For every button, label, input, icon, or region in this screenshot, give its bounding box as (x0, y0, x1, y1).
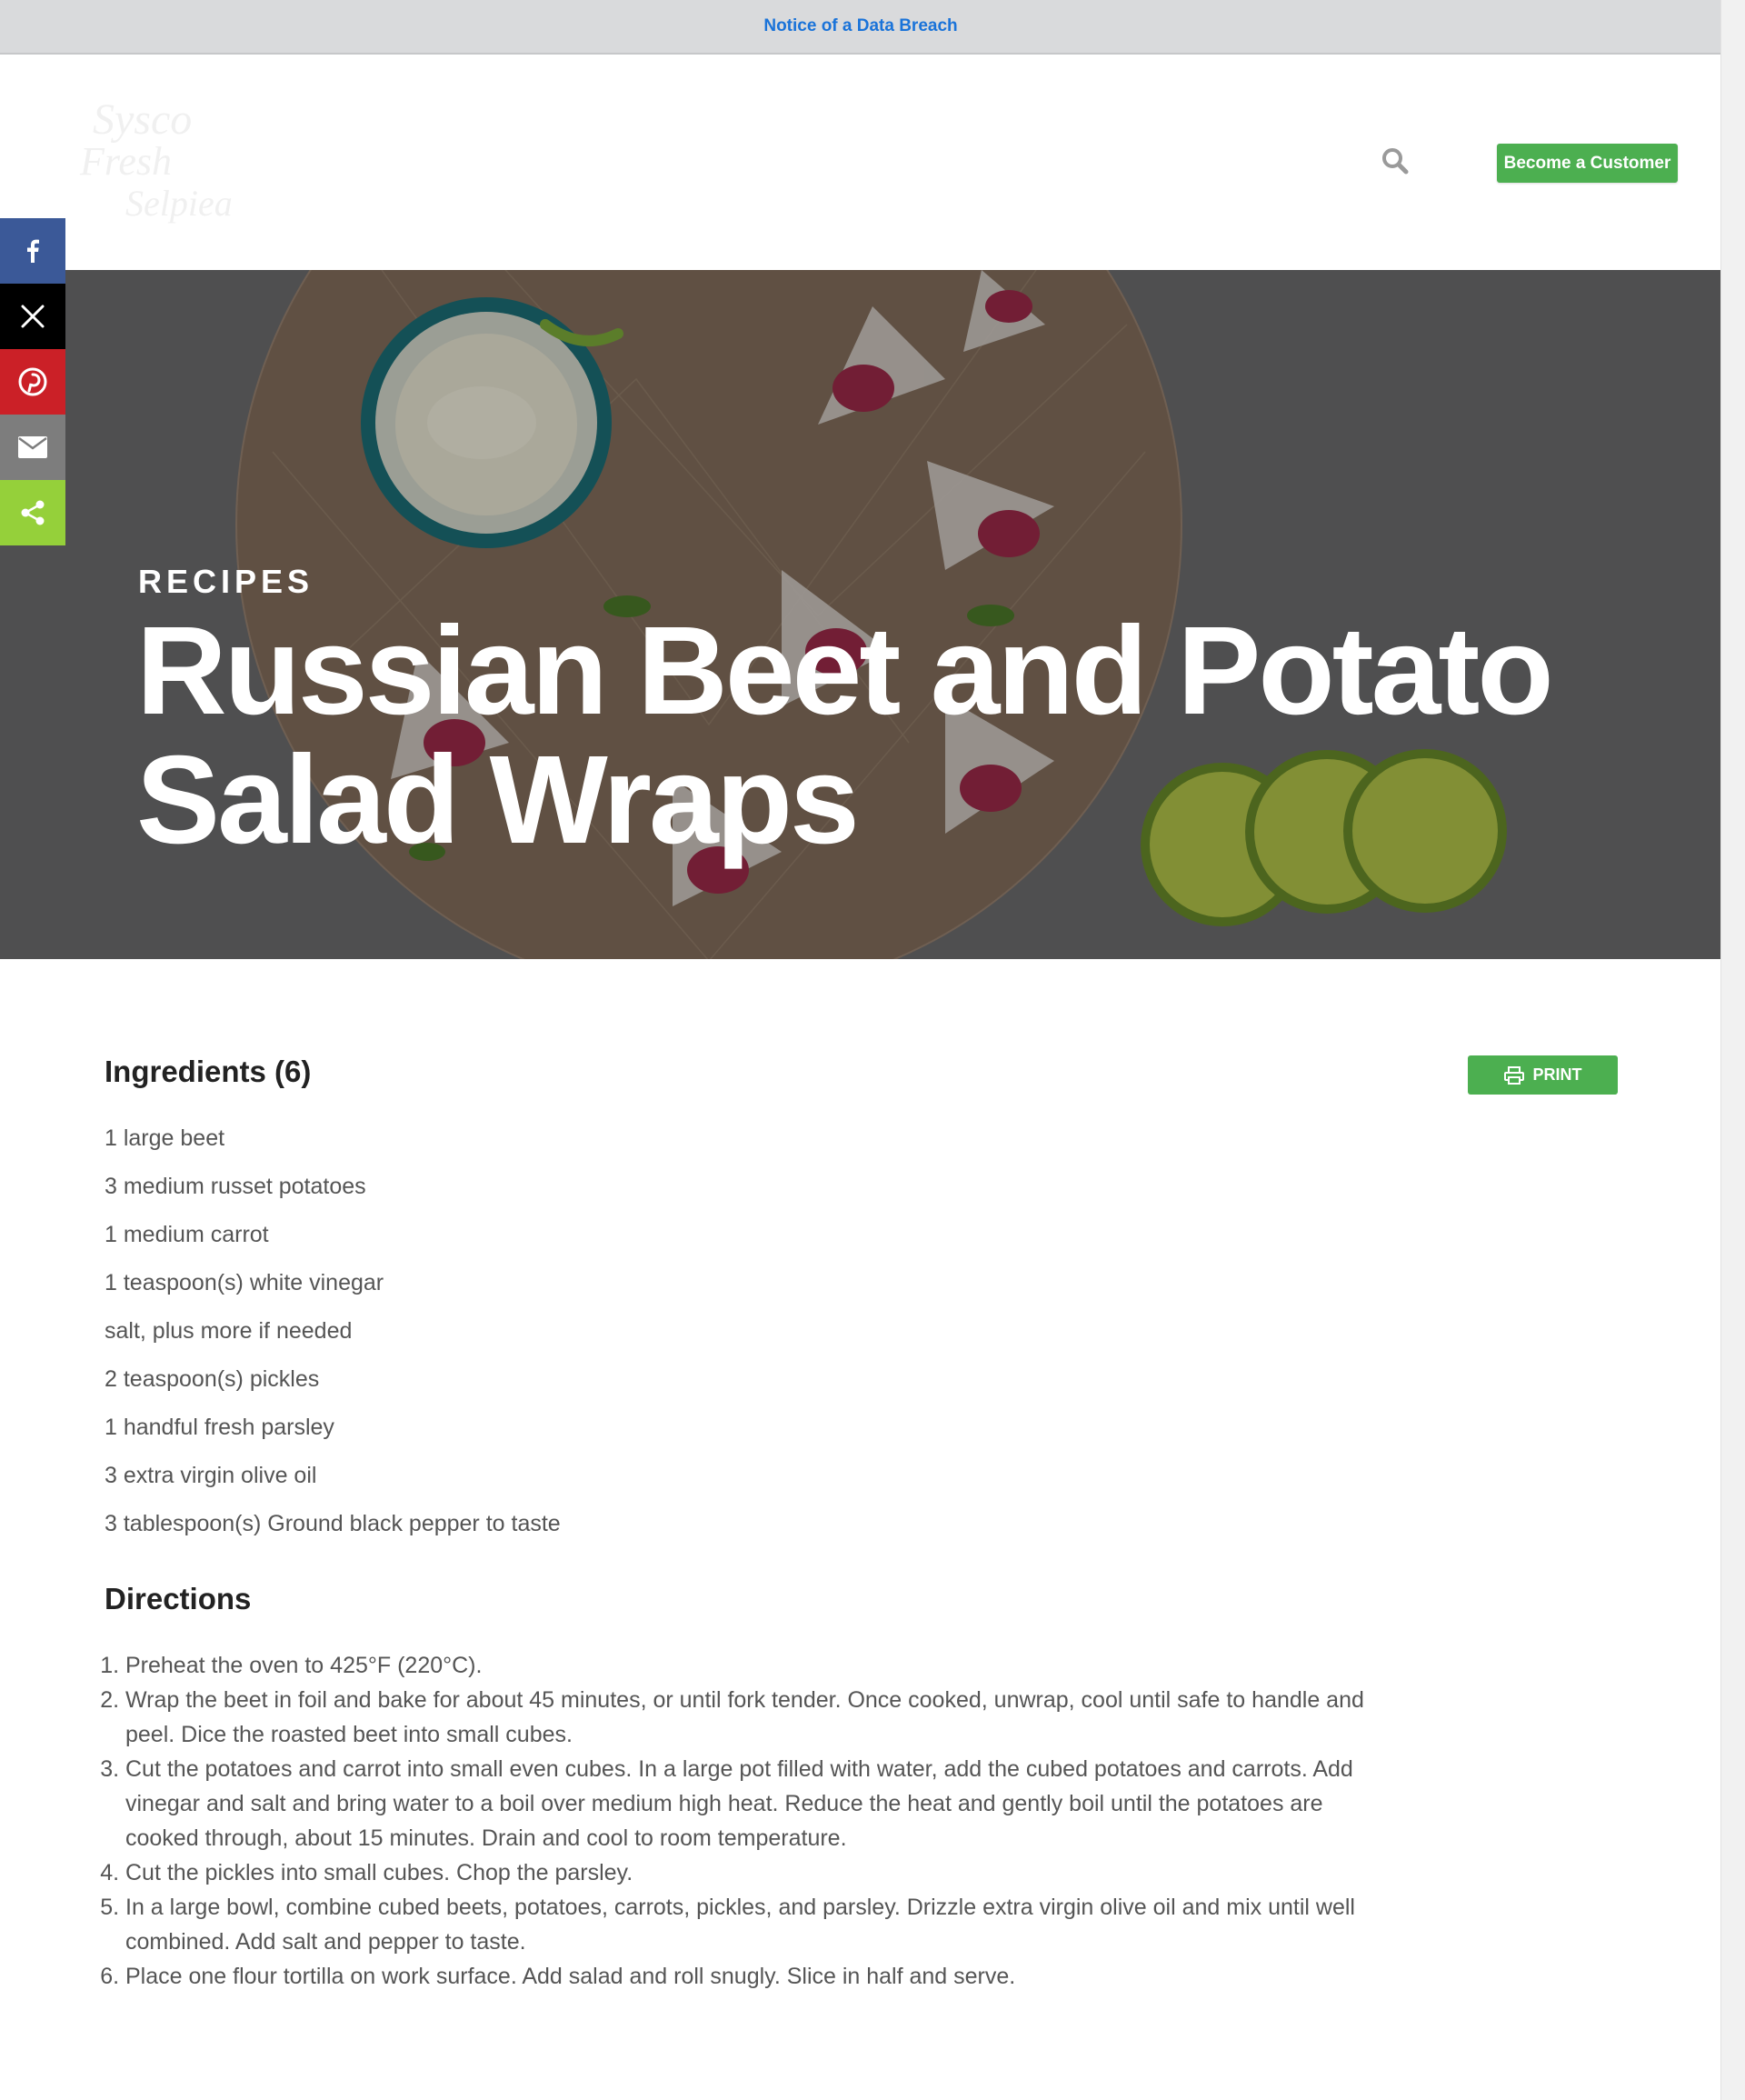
ingredient-item: 1 medium carrot (105, 1222, 269, 1247)
email-share-button[interactable] (0, 415, 65, 480)
facebook-icon (27, 239, 39, 263)
logo-word-1: Sysco (93, 95, 193, 144)
sysco-logo[interactable]: Sysco Fresh Selpiea (53, 95, 262, 231)
ingredients-list: 1 large beet 3 medium russet potatoes 1 … (105, 1124, 561, 1557)
directions-heading: Directions (105, 1582, 252, 1615)
direction-step: Cut the potatoes and carrot into small e… (125, 1752, 1389, 1855)
more-share-button[interactable] (0, 480, 65, 545)
ingredients-heading: Ingredients (6) (105, 1055, 312, 1088)
hero-category[interactable]: RECIPES (138, 563, 314, 601)
email-icon (18, 436, 47, 458)
site-header: Sysco Fresh Selpiea Become a Customer (0, 55, 1721, 269)
pinterest-share-button[interactable] (0, 349, 65, 415)
direction-step: Preheat the oven to 425°F (220°C). (125, 1648, 1389, 1683)
page-title: Russian Beet and Potato Salad Wraps (136, 601, 1554, 870)
printer-icon (1503, 1065, 1524, 1085)
x-share-button[interactable] (0, 284, 65, 349)
print-button[interactable]: PRINT (1468, 1055, 1618, 1095)
ingredient-item: 3 medium russet potatoes (105, 1174, 366, 1199)
ingredient-item: 2 teaspoon(s) pickles (105, 1366, 320, 1392)
direction-step: Wrap the beet in foil and bake for about… (125, 1683, 1389, 1752)
ingredient-item: salt, plus more if needed (105, 1318, 353, 1344)
direction-step: Place one flour tortilla on work surface… (125, 1959, 1389, 1994)
pinterest-icon (18, 367, 47, 396)
share-icon (21, 500, 45, 525)
ingredient-item: 3 tablespoon(s) Ground black pepper to t… (105, 1511, 561, 1536)
ingredient-item: 3 extra virgin olive oil (105, 1463, 317, 1488)
hero-banner: RECIPES Russian Beet and Potato Salad Wr… (0, 270, 1721, 959)
facebook-share-button[interactable] (0, 218, 65, 284)
directions-list: Preheat the oven to 425°F (220°C). Wrap … (102, 1648, 1389, 1994)
become-customer-button[interactable]: Become a Customer (1497, 144, 1678, 183)
logo-word-2: Fresh (80, 139, 173, 184)
direction-step: Cut the pickles into small cubes. Chop t… (125, 1855, 1389, 1890)
x-icon (21, 305, 45, 328)
page-scrollbar[interactable] (1720, 0, 1745, 2100)
search-icon[interactable] (1380, 145, 1412, 178)
ingredient-item: 1 handful fresh parsley (105, 1415, 334, 1440)
notice-bar: Notice of a Data Breach (0, 0, 1721, 55)
ingredient-item: 1 teaspoon(s) white vinegar (105, 1270, 384, 1295)
print-label: PRINT (1532, 1065, 1582, 1084)
data-breach-notice-link[interactable]: Notice of a Data Breach (763, 16, 957, 36)
ingredient-item: 1 large beet (105, 1125, 225, 1151)
share-rail (0, 218, 65, 545)
logo-word-3: Selpiea (125, 183, 233, 224)
direction-step: In a large bowl, combine cubed beets, po… (125, 1890, 1389, 1959)
